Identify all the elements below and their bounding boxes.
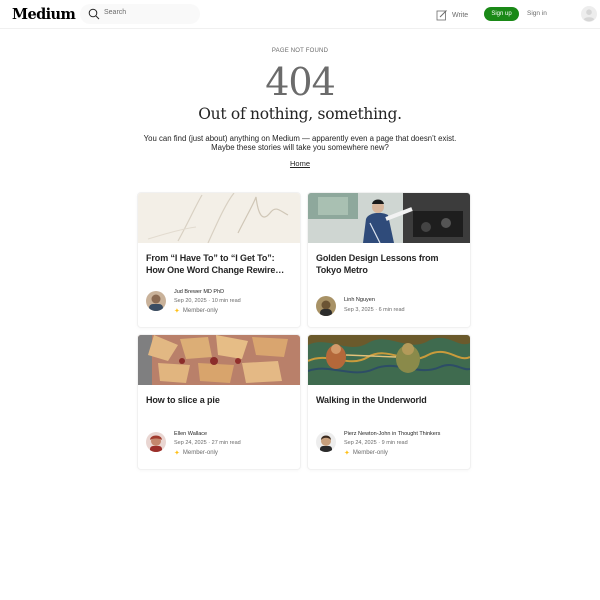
story-title-line-1: How to slice a pie <box>146 395 220 405</box>
error-description-line-2: Maybe these stories will take you somewh… <box>211 143 389 152</box>
story-card[interactable]: How to slice a pie Ellen Wallace Sep 24,… <box>138 335 300 469</box>
story-title[interactable]: Golden Design Lessons from Tokyo Metro <box>316 252 462 276</box>
member-only-label: Member-only <box>182 450 218 456</box>
search-icon <box>88 8 100 20</box>
user-avatar-icon[interactable] <box>581 6 597 22</box>
meta-separator: · <box>375 307 378 313</box>
star-icon: ✦ <box>174 450 180 457</box>
story-date: Sep 24, 2025 <box>344 440 377 446</box>
error-description: You can find (just about) anything on Me… <box>0 134 600 152</box>
author-avatar[interactable] <box>316 296 336 316</box>
member-only-badge: ✦ Member-only <box>174 449 218 457</box>
write-icon <box>436 10 447 21</box>
member-only-badge: ✦ Member-only <box>174 307 218 315</box>
author-name[interactable]: Ellen Wallace <box>174 431 207 437</box>
write-label: Write <box>452 11 469 19</box>
write-button[interactable]: Write <box>436 8 468 22</box>
read-time: 6 min read <box>378 307 405 313</box>
story-image-train-driver <box>308 193 470 243</box>
author-avatar[interactable] <box>146 432 166 452</box>
meta-separator: · <box>208 440 211 446</box>
meta-separator: · <box>378 440 381 446</box>
story-title[interactable]: From “I Have To” to “I Get To”: How One … <box>146 252 292 276</box>
story-meta: Sep 24, 2025 · 9 min read <box>344 440 408 446</box>
member-only-badge: ✦ Member-only <box>344 449 388 457</box>
story-title-line-2: How One Word Change Rewire… <box>146 265 285 275</box>
story-image-painting <box>308 335 470 385</box>
medium-logo[interactable]: Medium <box>12 6 76 23</box>
page-not-found-label: PAGE NOT FOUND <box>271 48 329 54</box>
author-avatar[interactable] <box>146 291 166 311</box>
story-card[interactable]: From “I Have To” to “I Get To”: How One … <box>138 193 300 327</box>
story-date: Sep 3, 2025 <box>344 307 374 313</box>
error-code: 404 <box>265 60 336 104</box>
sign-up-button[interactable]: Sign up <box>484 7 519 21</box>
author-name[interactable]: Linh Nguyen <box>344 297 375 303</box>
story-card[interactable]: Golden Design Lessons from Tokyo Metro L… <box>308 193 470 327</box>
star-icon: ✦ <box>344 450 350 457</box>
member-only-label: Member-only <box>182 308 218 314</box>
star-icon: ✦ <box>174 308 180 315</box>
story-date: Sep 24, 2025 <box>174 440 207 446</box>
story-title[interactable]: Walking in the Underworld <box>316 394 462 406</box>
read-time: 10 min read <box>211 298 241 304</box>
meta-separator: · <box>208 298 211 304</box>
story-title-line-1: From “I Have To” to “I Get To”: <box>146 253 275 263</box>
search-input[interactable]: Search <box>80 4 200 24</box>
story-title-line-1: Golden Design Lessons from <box>316 253 439 263</box>
home-link-wrap: Home <box>0 159 600 168</box>
author-avatar[interactable] <box>316 432 336 452</box>
story-meta: Sep 24, 2025 · 27 min read <box>174 440 241 446</box>
author-name[interactable]: Jud Brewer MD PhD <box>174 289 224 295</box>
author-name[interactable]: Pierz Newton-John in Thought Thinkers <box>344 431 440 437</box>
story-image-line-art <box>138 193 300 243</box>
story-title-line-2: Tokyo Metro <box>316 265 368 275</box>
search-placeholder: Search <box>104 9 127 16</box>
story-title[interactable]: How to slice a pie <box>146 394 292 406</box>
read-time: 9 min read <box>381 440 408 446</box>
story-title-line-1: Walking in the Underworld <box>316 395 427 405</box>
top-navbar: Medium Search Write Sign up Sign in <box>0 0 600 29</box>
error-description-line-1: You can find (just about) anything on Me… <box>143 134 457 143</box>
story-meta: Sep 3, 2025 · 6 min read <box>344 307 405 313</box>
story-meta: Sep 20, 2025 · 10 min read <box>174 298 241 304</box>
home-link[interactable]: Home <box>290 159 310 168</box>
read-time: 27 min read <box>211 440 241 446</box>
story-card[interactable]: Walking in the Underworld Pierz Newton-J… <box>308 335 470 469</box>
story-image-pie <box>138 335 300 385</box>
story-date: Sep 20, 2025 <box>174 298 207 304</box>
sign-in-link[interactable]: Sign in <box>527 10 547 17</box>
member-only-label: Member-only <box>352 450 388 456</box>
error-headline: Out of nothing, something. <box>198 105 402 123</box>
